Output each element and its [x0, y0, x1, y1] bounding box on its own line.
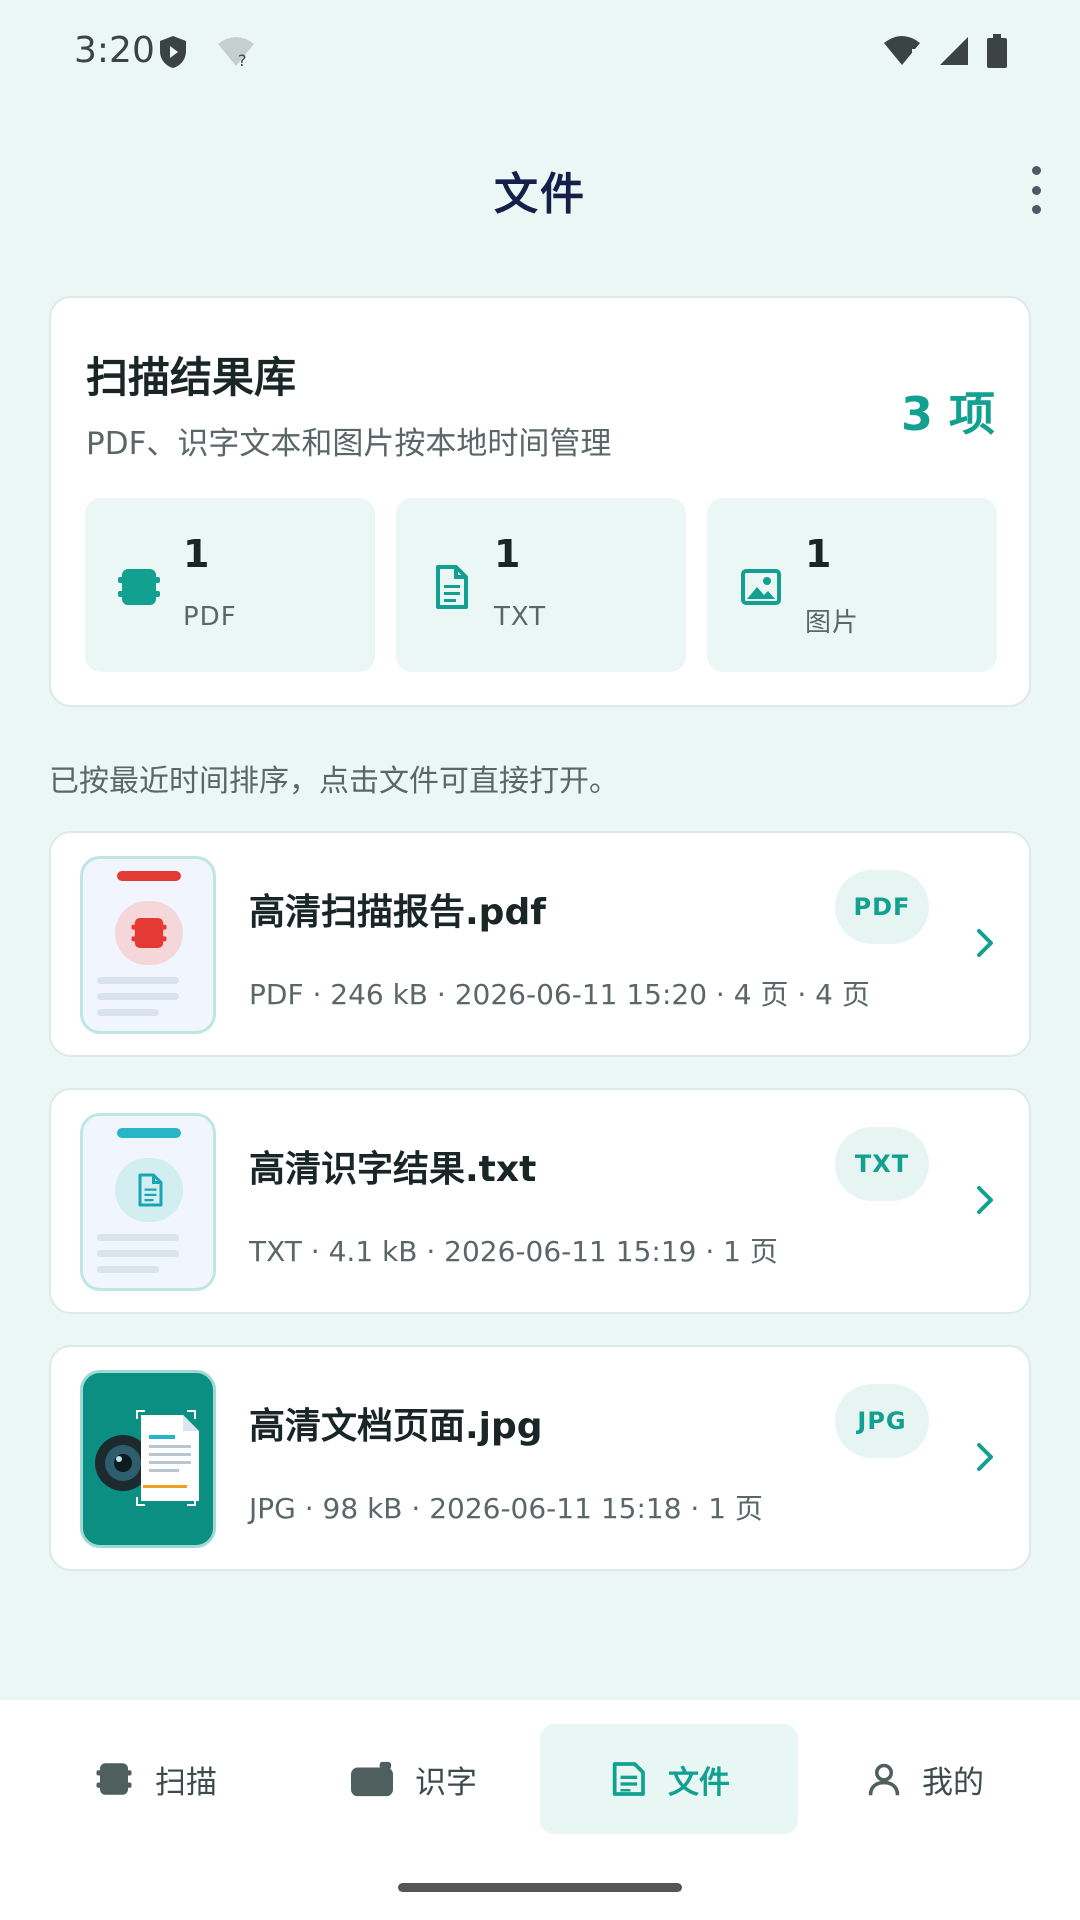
file-meta: PDF · 246 kB · 2026-06-11 15:20 · 4 页 · …	[249, 978, 870, 1011]
summary-card: 扫描结果库 PDF、识字文本和图片按本地时间管理 3 项 1 PDF 1 TXT…	[49, 296, 1031, 707]
status-bar: 3:20 ?	[0, 0, 1080, 110]
stat-label: 图片	[805, 608, 860, 638]
stat-value: 1	[494, 532, 521, 576]
status-time: 3:20	[74, 30, 155, 71]
stat-tile-pdf[interactable]: 1 PDF	[85, 498, 375, 672]
wifi-alert-icon	[884, 36, 920, 65]
scan-icon	[96, 1763, 132, 1795]
file-thumbnail	[80, 1370, 216, 1548]
file-type-badge: PDF	[835, 870, 929, 944]
home-indicator[interactable]	[398, 1883, 682, 1892]
file-meta: TXT · 4.1 kB · 2026-06-11 15:19 · 1 页	[249, 1235, 778, 1268]
file-name: 高清识字结果.txt	[249, 1149, 537, 1190]
nav-item-profile[interactable]: 我的	[796, 1724, 1054, 1834]
more-options-button[interactable]	[1016, 160, 1056, 220]
chevron-right-icon	[977, 1186, 993, 1214]
file-name: 高清扫描报告.pdf	[249, 892, 546, 933]
file-type-badge: JPG	[835, 1384, 929, 1458]
app-bar: 文件	[0, 150, 1080, 230]
text-doc-icon	[436, 565, 468, 609]
stat-label: TXT	[494, 602, 547, 632]
nav-label: 扫描	[155, 1764, 217, 1801]
file-meta: JPG · 98 kB · 2026-06-11 15:18 · 1 页	[249, 1492, 763, 1525]
nav-label: 识字	[415, 1764, 477, 1801]
pdf-icon	[131, 918, 167, 948]
file-name: 高清文档页面.jpg	[249, 1406, 543, 1447]
stat-value: 1	[805, 532, 832, 576]
file-card-txt[interactable]: 高清识字结果.txt TXT · 4.1 kB · 2026-06-11 15:…	[49, 1088, 1031, 1314]
stat-tile-txt[interactable]: 1 TXT	[396, 498, 686, 672]
text-doc-icon	[138, 1173, 163, 1207]
cell-signal-icon	[940, 37, 968, 65]
chevron-right-icon	[977, 929, 993, 957]
pdf-icon	[118, 569, 160, 605]
file-card-jpg[interactable]: 高清文档页面.jpg JPG · 98 kB · 2026-06-11 15:1…	[49, 1345, 1031, 1571]
stat-value: 1	[183, 532, 210, 576]
page-title: 文件	[494, 169, 586, 220]
stat-label: PDF	[183, 602, 237, 632]
battery-icon	[987, 34, 1007, 68]
camera-text-icon	[351, 1761, 393, 1797]
file-thumbnail	[80, 1113, 216, 1291]
file-thumbnail	[80, 856, 216, 1034]
nav-item-ocr[interactable]: 识字	[284, 1724, 542, 1834]
image-icon	[741, 569, 781, 605]
nav-label: 文件	[668, 1764, 730, 1801]
file-icon	[612, 1762, 645, 1796]
nav-label: 我的	[922, 1764, 984, 1801]
person-icon	[868, 1763, 900, 1796]
summary-title: 扫描结果库	[86, 353, 297, 402]
document-camera-icon	[95, 1410, 199, 1506]
wifi-question-icon: ?	[218, 37, 254, 68]
file-card-pdf[interactable]: 高清扫描报告.pdf PDF · 246 kB · 2026-06-11 15:…	[49, 831, 1031, 1057]
summary-subtitle: PDF、识字文本和图片按本地时间管理	[86, 426, 612, 462]
shield-icon	[160, 36, 186, 68]
nav-item-scan[interactable]: 扫描	[26, 1724, 284, 1834]
item-count: 3 项	[900, 387, 995, 441]
stat-tile-image[interactable]: 1 图片	[707, 498, 997, 672]
more-vert-icon	[1031, 166, 1041, 175]
chevron-right-icon	[977, 1443, 993, 1471]
file-type-badge: TXT	[835, 1127, 929, 1201]
sort-hint: 已按最近时间排序，点击文件可直接打开。	[49, 764, 619, 799]
nav-item-files[interactable]: 文件	[540, 1724, 798, 1834]
svg-text:?: ?	[238, 51, 247, 68]
